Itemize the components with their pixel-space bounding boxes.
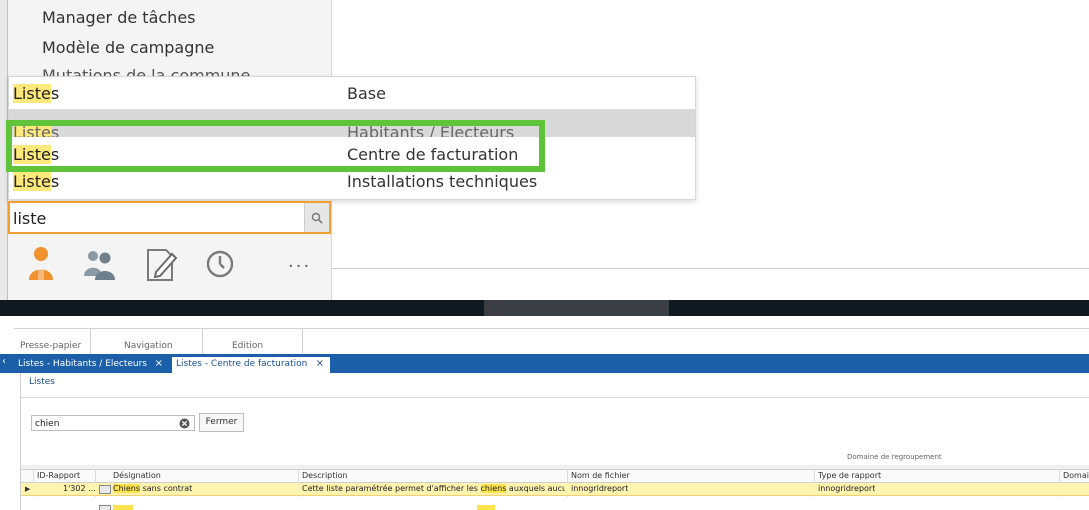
search-result-installations[interactable]: Listes Installations techniques: [9, 170, 695, 198]
ribbon-group-edition: Edition: [232, 341, 264, 351]
window-left-edge: [0, 0, 8, 300]
column-header-id[interactable]: ID-Rapport: [37, 471, 80, 480]
report-table: ID-Rapport Désignation Description Nom d…: [21, 469, 1089, 510]
search-result-habitants[interactable]: Listes Habitants / Electeurs: [9, 109, 695, 137]
edit-icon[interactable]: [144, 244, 178, 284]
result-name: Listes: [13, 145, 60, 164]
result-category: Habitants / Electeurs: [347, 123, 515, 137]
menu-item-partially-hidden[interactable]: Mutations de la commune: [42, 66, 250, 76]
user-icon[interactable]: [24, 244, 58, 284]
cell-file-name: innogridreport: [571, 484, 629, 493]
taskbar-item[interactable]: [484, 300, 669, 316]
filter-input[interactable]: [35, 417, 175, 430]
tab-listes-centre-facturation[interactable]: Listes - Centre de facturation ×: [172, 357, 330, 373]
highlight-mark: [113, 505, 133, 510]
close-icon[interactable]: ×: [155, 358, 163, 369]
menu-item-campaign-model[interactable]: Modèle de campagne: [42, 38, 214, 57]
close-icon[interactable]: ×: [316, 358, 324, 369]
tab-label: Listes - Centre de facturation: [176, 359, 308, 369]
table-header: ID-Rapport Désignation Description Nom d…: [21, 469, 1089, 483]
nav-search-box: [8, 201, 331, 234]
clear-icon[interactable]: [179, 418, 190, 429]
result-name: Listes: [13, 123, 59, 137]
cell-id: 1'302 ...: [63, 484, 96, 493]
result-category: Installations techniques: [347, 172, 538, 191]
list-report-icon: [99, 505, 111, 510]
table-row[interactable]: ▶ 1'302 ... Chiens sans contrat Cette li…: [21, 483, 1089, 496]
search-result-centre-facturation[interactable]: Listes Centre de facturation: [9, 140, 695, 170]
search-results-dropdown: Listes Base Listes Habitants / Electeurs…: [8, 76, 696, 200]
result-name: Listes: [13, 84, 60, 103]
taskbar: [0, 300, 1089, 316]
group-icon[interactable]: [80, 244, 115, 284]
column-header-designation[interactable]: Désignation: [113, 471, 161, 480]
ribbon-groups: Presse-papier Navigation Edition: [14, 328, 1089, 355]
filter-box: [31, 415, 195, 431]
list-report-icon: [99, 485, 111, 494]
highlight-mark: [477, 505, 495, 510]
nav-search-input[interactable]: [13, 207, 303, 230]
clock-icon[interactable]: [204, 244, 238, 284]
column-header-description[interactable]: Description: [302, 471, 348, 480]
row-pointer-icon: ▶: [25, 485, 31, 493]
breadcrumb[interactable]: Listes: [29, 377, 55, 387]
close-button[interactable]: Fermer: [199, 413, 244, 432]
tab-listes-habitants[interactable]: Listes - Habitants / Electeurs ×: [14, 357, 169, 373]
search-button[interactable]: [304, 203, 329, 232]
table-row[interactable]: [21, 497, 1089, 510]
chevron-left-icon[interactable]: ‹: [2, 356, 14, 371]
ribbon-separator: [302, 329, 303, 355]
divider: [21, 397, 1089, 398]
column-header-report-type[interactable]: Type de rapport: [818, 471, 881, 480]
column-header-domain[interactable]: Domaine: [1063, 471, 1089, 480]
ribbon-separator: [202, 329, 203, 355]
nav-icon-bar: ···: [8, 236, 331, 296]
tab-label: Listes - Habitants / Electeurs: [18, 359, 147, 369]
search-icon: [311, 212, 323, 224]
document-content: Listes Fermer Domaine de regroupement ID…: [20, 373, 1089, 510]
workspace-background: [696, 76, 1089, 300]
result-category: Base: [347, 84, 386, 103]
column-header-file-name[interactable]: Nom de fichier: [571, 471, 630, 480]
screenshot-root: Manager de tâches Modèle de campagne Mut…: [0, 0, 1089, 510]
cell-report-type: innogridreport: [818, 484, 876, 493]
grouping-drop-zone[interactable]: Domaine de regroupement: [847, 453, 942, 461]
search-result-base[interactable]: Listes Base: [9, 79, 695, 109]
application-window: Presse-papier Navigation Edition ‹ Liste…: [0, 328, 1089, 510]
ribbon-group-clipboard: Presse-papier: [20, 341, 82, 351]
more-icon[interactable]: ···: [288, 256, 328, 277]
menu-item-task-manager[interactable]: Manager de tâches: [42, 8, 196, 27]
result-category: Centre de facturation: [347, 145, 519, 164]
document-tab-strip: ‹ Listes - Habitants / Electeurs × Liste…: [0, 354, 1089, 373]
cell-designation: Chiens sans contrat: [113, 484, 193, 493]
cell-description: Cette liste paramétrée permet d'afficher…: [302, 484, 565, 493]
result-name: Listes: [13, 172, 60, 191]
divider: [331, 268, 1089, 269]
ribbon-separator: [90, 329, 91, 355]
ribbon-group-navigation: Navigation: [124, 341, 173, 351]
